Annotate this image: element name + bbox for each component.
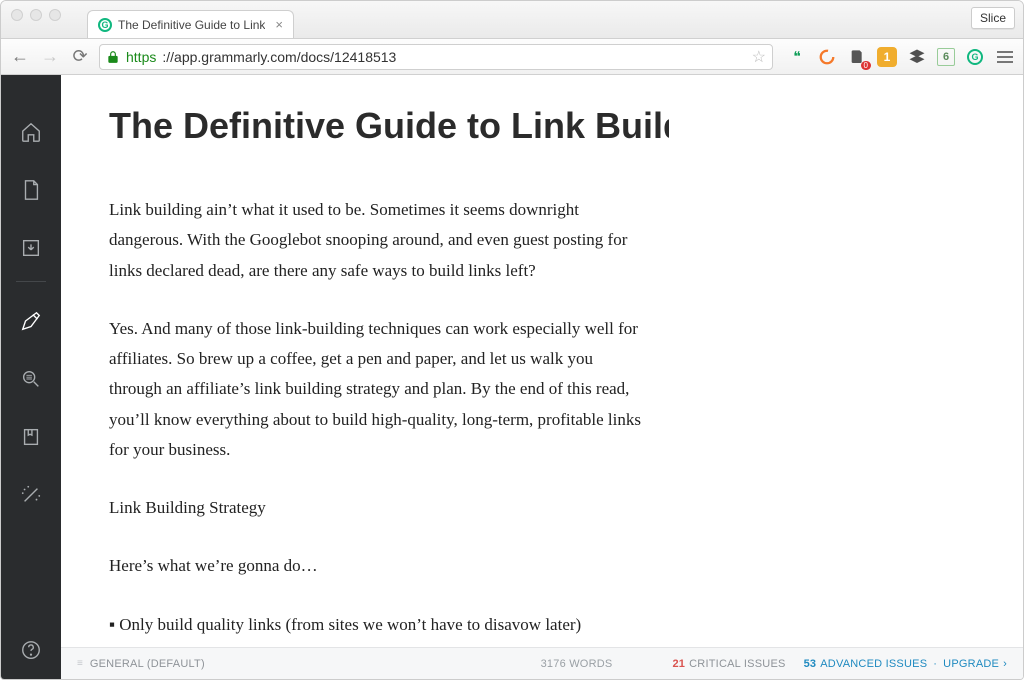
titlebar: G The Definitive Guide to Link × Slice	[1, 1, 1023, 39]
window-controls	[11, 9, 61, 21]
evernote-clipper-icon[interactable]: 0	[847, 47, 867, 67]
chevron-right-icon[interactable]: ›	[1003, 658, 1007, 670]
address-bar[interactable]: https://app.grammarly.com/docs/12418513 …	[99, 44, 773, 70]
paragraph[interactable]: Yes. And many of those link-building tec…	[109, 314, 649, 465]
status-bar: ≡ GENERAL (DEFAULT) 3176 WORDS 21 CRITIC…	[61, 647, 1023, 679]
close-window[interactable]	[11, 9, 23, 21]
grammarly-favicon: G	[98, 18, 112, 32]
app-sidebar	[1, 75, 61, 679]
slice-button[interactable]: Slice	[971, 7, 1015, 29]
hangouts-icon[interactable]: ❝	[787, 47, 807, 67]
upgrade-link[interactable]: UPGRADE	[943, 658, 999, 670]
url-scheme: https	[126, 49, 156, 65]
zoom-window[interactable]	[49, 9, 61, 21]
editor-pane[interactable]: The Definitive Guide to Link Buildi… Lin…	[61, 75, 1023, 679]
browser-window: G The Definitive Guide to Link × Slice ←…	[0, 0, 1024, 680]
extension-row: ❝ 0 1 6 G	[787, 47, 1015, 67]
sidebar-bookmark[interactable]	[1, 408, 61, 466]
sidebar-search[interactable]	[1, 350, 61, 408]
separator-dot: ·	[933, 658, 937, 670]
back-button[interactable]: ←	[9, 46, 31, 67]
writing-profile[interactable]: GENERAL (DEFAULT)	[90, 658, 205, 670]
sidebar-pen[interactable]	[1, 292, 61, 350]
paragraph[interactable]: Link Building Strategy	[109, 493, 649, 523]
minimize-window[interactable]	[30, 9, 42, 21]
browser-tab[interactable]: G The Definitive Guide to Link ×	[87, 10, 294, 38]
app-body: The Definitive Guide to Link Buildi… Lin…	[1, 75, 1023, 679]
critical-label[interactable]: CRITICAL ISSUES	[689, 658, 785, 670]
document-body[interactable]: Link building ain’t what it used to be. …	[109, 195, 649, 640]
sidebar-download[interactable]	[1, 219, 61, 277]
profile-icon[interactable]: ≡	[77, 658, 84, 669]
buffer-icon[interactable]	[907, 47, 927, 67]
notification-badge[interactable]: 1	[877, 47, 897, 67]
document-title[interactable]: The Definitive Guide to Link Buildi…	[109, 105, 669, 147]
reload-button[interactable]: ⟳	[69, 46, 91, 67]
forward-button[interactable]: →	[39, 46, 61, 67]
tab-title: The Definitive Guide to Link	[118, 18, 265, 32]
paragraph[interactable]: Here’s what we’re gonna do…	[109, 551, 649, 581]
chrome-menu-icon[interactable]	[995, 51, 1015, 63]
sidebar-wand[interactable]	[1, 466, 61, 524]
sidebar-new-doc[interactable]	[1, 161, 61, 219]
close-tab-icon[interactable]: ×	[275, 17, 283, 32]
word-count[interactable]: 3176 WORDS	[541, 658, 613, 670]
bullet-item[interactable]: Only build quality links (from sites we …	[109, 610, 649, 640]
browser-toolbar: ← → ⟳ https ://app.grammarly.com/docs/124…	[1, 39, 1023, 75]
paragraph[interactable]: Link building ain’t what it used to be. …	[109, 195, 649, 286]
circle-orange-icon[interactable]	[817, 47, 837, 67]
url-path: ://app.grammarly.com/docs/12418513	[162, 49, 396, 65]
sidebar-help[interactable]	[1, 621, 61, 679]
sidebar-home[interactable]	[1, 103, 61, 161]
sidebar-separator	[16, 281, 46, 282]
advanced-count[interactable]: 53	[804, 658, 817, 670]
critical-count[interactable]: 21	[672, 658, 685, 670]
seo-six-icon[interactable]: 6	[937, 48, 955, 66]
advanced-label[interactable]: ADVANCED ISSUES	[820, 658, 927, 670]
bookmark-star-icon[interactable]: ☆	[752, 47, 766, 67]
lock-icon	[106, 50, 120, 64]
grammarly-ext-icon[interactable]: G	[965, 47, 985, 67]
